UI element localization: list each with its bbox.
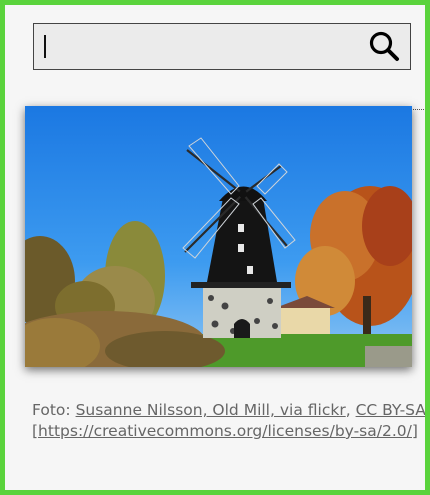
page-frame: Foto: Susanne Nilsson, Old Mill, via fli… <box>0 0 430 495</box>
photo-caption: Foto: Susanne Nilsson, Old Mill, via fli… <box>32 400 425 442</box>
search-bar <box>33 23 411 70</box>
license-link[interactable]: CC BY-SA <box>356 401 425 419</box>
windmill-photo[interactable] <box>25 106 412 367</box>
text-cursor <box>44 35 46 58</box>
license-url-link[interactable]: [https://creativecommons.org/licenses/by… <box>32 422 418 440</box>
caption-separator: , <box>345 401 351 419</box>
source-link[interactable]: Susanne Nilsson, Old Mill, via flickr <box>76 401 346 419</box>
windmill-image <box>25 106 412 367</box>
caption-prefix: Foto: <box>32 401 76 419</box>
search-icon <box>369 31 399 61</box>
search-button[interactable] <box>366 28 404 66</box>
search-input[interactable] <box>34 24 364 69</box>
